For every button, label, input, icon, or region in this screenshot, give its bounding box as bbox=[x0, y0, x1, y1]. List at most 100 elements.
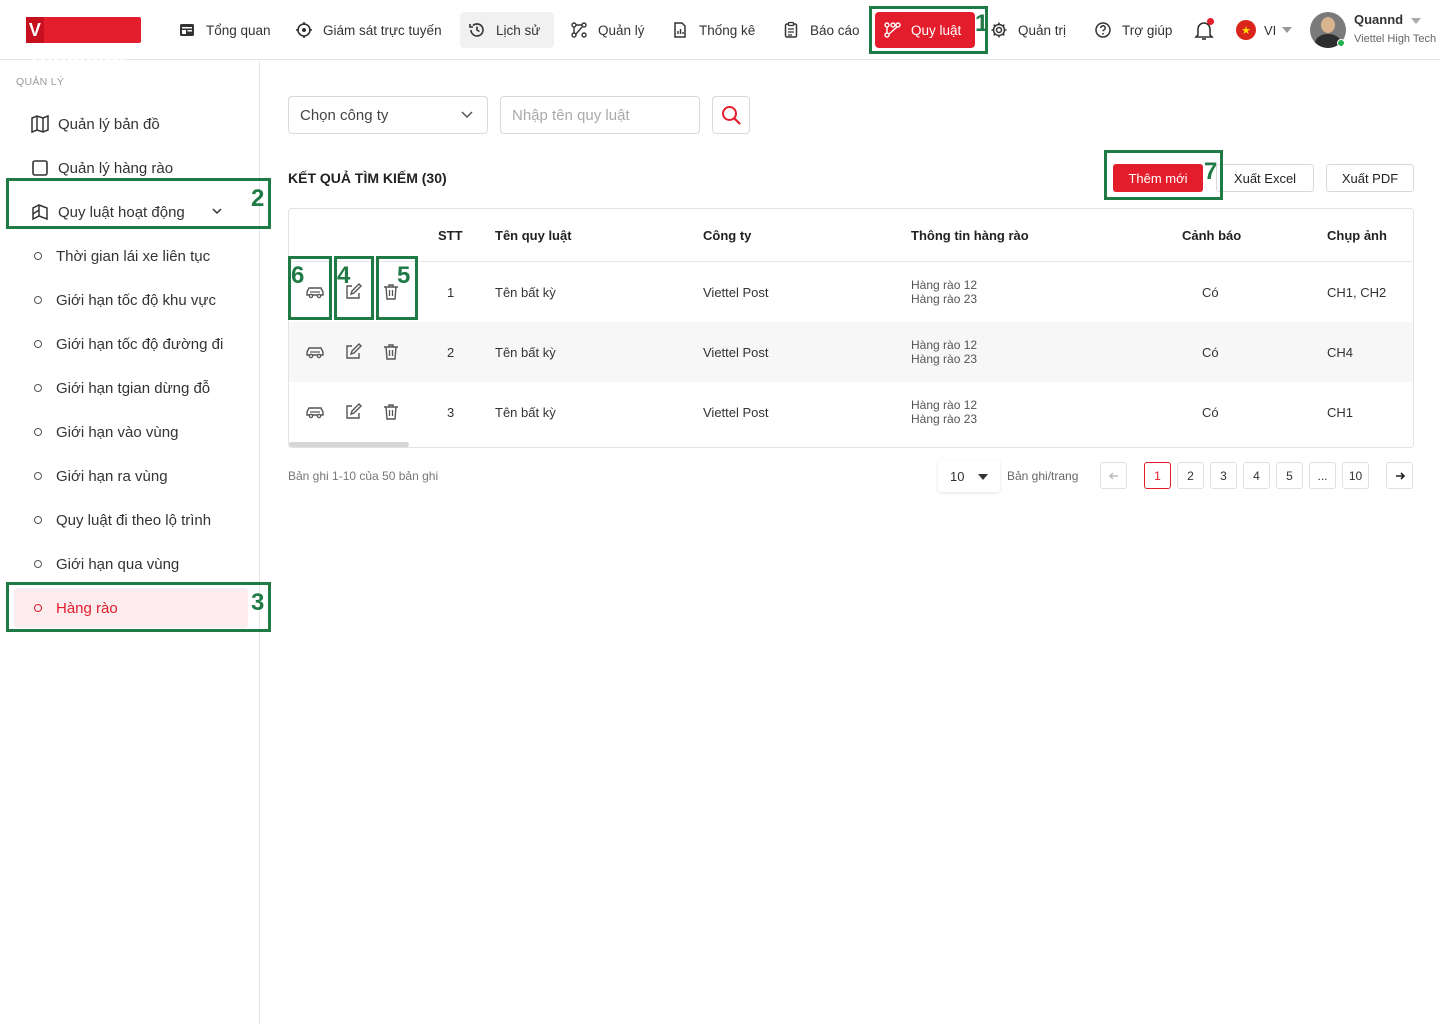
vehicle-button[interactable] bbox=[304, 401, 326, 423]
fence-line-1: Hàng rào 12 bbox=[911, 338, 978, 352]
nav-tro-giup[interactable]: Trợ giúp bbox=[1086, 12, 1180, 48]
nodes-icon bbox=[571, 22, 587, 38]
annotation-number-2: 2 bbox=[251, 185, 265, 212]
nav-label: Quy luật bbox=[911, 22, 962, 38]
page-button-1[interactable]: 1 bbox=[1144, 462, 1171, 489]
horizontal-scrollbar[interactable] bbox=[289, 442, 409, 447]
nav-bao-cao[interactable]: Báo cáo bbox=[774, 12, 868, 48]
sidebar-subitem-label: Hàng rào bbox=[56, 599, 118, 617]
next-page-button[interactable] bbox=[1386, 462, 1413, 489]
nav-quan-tri[interactable]: Quản trị bbox=[982, 12, 1074, 48]
header-alert: Cảnh báo bbox=[1182, 228, 1242, 243]
car-icon bbox=[306, 347, 324, 359]
cell-company: Viettel Post bbox=[703, 345, 769, 360]
export-pdf-button[interactable]: Xuất PDF bbox=[1326, 164, 1414, 192]
sidebar-item-ban-do[interactable]: Quản lý bản đồ bbox=[14, 104, 248, 144]
rule-name-input[interactable] bbox=[512, 106, 688, 124]
bullet-icon bbox=[34, 428, 42, 436]
dashboard-icon bbox=[180, 24, 194, 36]
vtracking-logo[interactable]: VTRACKING bbox=[26, 17, 141, 66]
fence-line-1: Hàng rào 12 bbox=[911, 398, 978, 412]
page-button-3[interactable]: 3 bbox=[1210, 462, 1237, 489]
sidebar-subitem-vao-vung[interactable]: Giới hạn vào vùng bbox=[14, 412, 248, 452]
header-fence-info: Thông tin hàng rào bbox=[911, 228, 1029, 243]
prev-page-button[interactable] bbox=[1100, 462, 1127, 489]
cell-company: Viettel Post bbox=[703, 405, 769, 420]
bullet-icon bbox=[34, 560, 42, 568]
nav-label: Quản lý bbox=[598, 22, 645, 38]
sidebar-subitem-label: Giới hạn qua vùng bbox=[56, 555, 180, 573]
nav-label: Thống kê bbox=[699, 22, 756, 38]
nav-lich-su[interactable]: Lịch sử bbox=[460, 12, 554, 48]
cell-photo: CH1 bbox=[1327, 405, 1354, 420]
edit-button[interactable] bbox=[342, 401, 364, 423]
annotation-number-4: 4 bbox=[337, 262, 351, 289]
page-button-2[interactable]: 2 bbox=[1177, 462, 1204, 489]
page-size-select[interactable]: 10 bbox=[938, 460, 1000, 492]
vietnam-flag-icon: ★ bbox=[1236, 20, 1256, 40]
nav-label: Lịch sử bbox=[496, 22, 541, 38]
notification-bell-icon[interactable] bbox=[1192, 18, 1216, 42]
cell-fence-info: Hàng rào 12 Hàng rào 23 bbox=[911, 398, 977, 426]
arrow-right-icon bbox=[1395, 471, 1405, 480]
sidebar-subitem-label: Giới hạn ra vùng bbox=[56, 467, 168, 485]
export-excel-button[interactable]: Xuất Excel bbox=[1216, 164, 1314, 192]
page-button-5[interactable]: 5 bbox=[1276, 462, 1303, 489]
vehicle-button[interactable] bbox=[304, 341, 326, 363]
nav-label: Trợ giúp bbox=[1122, 22, 1173, 38]
nav-label: Tổng quan bbox=[206, 22, 271, 38]
cell-alert: Có bbox=[1202, 405, 1219, 420]
cell-alert: Có bbox=[1202, 285, 1219, 300]
language-selector[interactable]: ★ VI bbox=[1236, 19, 1293, 41]
annotation-number-3: 3 bbox=[251, 589, 265, 616]
car-icon bbox=[306, 407, 324, 419]
user-organization: Viettel High Tech bbox=[1354, 33, 1437, 45]
cell-rule-name: Tên bất kỳ bbox=[495, 405, 556, 420]
chevron-down-icon bbox=[1282, 27, 1293, 33]
cell-stt: 3 bbox=[447, 405, 455, 420]
help-icon bbox=[1095, 22, 1111, 38]
rule-name-field[interactable] bbox=[500, 96, 700, 134]
language-label: VI bbox=[1264, 22, 1277, 38]
annotation-number-5: 5 bbox=[397, 262, 411, 289]
delete-button[interactable] bbox=[380, 341, 402, 363]
sidebar-item-hang-rao[interactable]: Quản lý hàng rào bbox=[14, 148, 248, 188]
bullet-icon bbox=[34, 252, 42, 260]
sidebar-subitem-dung-do[interactable]: Giới hạn tgian dừng đỗ bbox=[14, 368, 248, 408]
sidebar-item-quy-luat-hoat-dong[interactable]: Quy luật hoạt động bbox=[14, 192, 248, 232]
per-page-label: Bản ghi/trang bbox=[1007, 469, 1079, 483]
sidebar-subitem-hang-rao[interactable]: Hàng rào bbox=[14, 588, 248, 628]
company-select[interactable]: Chọn công ty bbox=[288, 96, 488, 134]
nav-quan-ly[interactable]: Quản lý bbox=[562, 12, 653, 48]
search-button[interactable] bbox=[712, 96, 750, 134]
sidebar-subitem-toc-do-duong-di[interactable]: Giới hạn tốc độ đường đi bbox=[14, 324, 248, 364]
nav-thong-ke[interactable]: Thống kê bbox=[663, 12, 763, 48]
page-button-10[interactable]: 10 bbox=[1342, 462, 1369, 489]
sidebar-subitem-lo-trinh[interactable]: Quy luật đi theo lộ trình bbox=[14, 500, 248, 540]
fence-line-2: Hàng rào 23 bbox=[911, 292, 978, 306]
page-button-4[interactable]: 4 bbox=[1243, 462, 1270, 489]
nav-quy-luat[interactable]: Quy luật bbox=[875, 12, 975, 48]
sidebar-subitem-qua-vung[interactable]: Giới hạn qua vùng bbox=[14, 544, 248, 584]
fence-line-2: Hàng rào 23 bbox=[911, 412, 978, 426]
nav-giam-sat[interactable]: Giám sát trực tuyến bbox=[287, 12, 450, 48]
vehicle-button[interactable] bbox=[304, 281, 326, 303]
add-new-button[interactable]: Thêm mới bbox=[1113, 164, 1203, 192]
clipboard-icon bbox=[784, 21, 798, 38]
search-icon bbox=[722, 106, 741, 125]
edit-button[interactable] bbox=[342, 341, 364, 363]
bullet-icon bbox=[34, 472, 42, 480]
sidebar-subitem-toc-do-khu-vuc[interactable]: Giới hạn tốc độ khu vực bbox=[14, 280, 248, 320]
sidebar-subitem-ra-vung[interactable]: Giới hạn ra vùng bbox=[14, 456, 248, 496]
nav-tong-quan[interactable]: Tổng quan bbox=[170, 12, 279, 48]
user-name-text: Quannd bbox=[1354, 12, 1404, 27]
page-ellipsis: ... bbox=[1309, 462, 1336, 489]
sidebar-subitem-thoi-gian-lai-xe[interactable]: Thời gian lái xe liên tục bbox=[14, 236, 248, 276]
cell-photo: CH1, CH2 bbox=[1327, 285, 1387, 300]
notification-dot bbox=[1207, 18, 1214, 25]
delete-button[interactable] bbox=[380, 401, 402, 423]
sidebar-subitem-label: Giới hạn vào vùng bbox=[56, 423, 179, 441]
chevron-down-icon bbox=[461, 111, 473, 119]
sidebar-subitem-label: Giới hạn tgian dừng đỗ bbox=[56, 379, 211, 397]
rules-icon bbox=[884, 22, 901, 38]
